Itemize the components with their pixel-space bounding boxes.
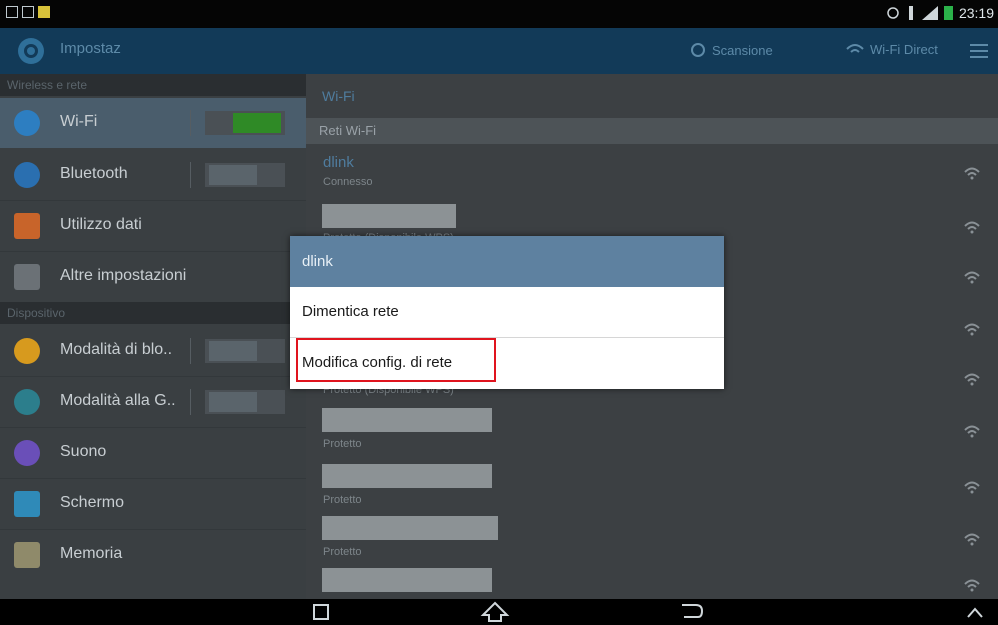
battery-icon (943, 6, 953, 20)
toggle-knob (209, 165, 257, 185)
scan-icon (691, 43, 705, 57)
sidebar-item-label: Bluetooth (60, 165, 128, 182)
settings-gear-icon[interactable] (14, 34, 48, 68)
network-name: dlink (323, 154, 354, 171)
network-row[interactable]: Protetto (306, 404, 998, 460)
toggle-knob (233, 113, 281, 133)
sidebar-item-label: Suono (60, 443, 107, 460)
redacted-network-name (322, 568, 492, 592)
sidebar-item-label: Modalità di blo.. (60, 341, 173, 358)
data-usage-icon (14, 213, 40, 239)
wifi-signal-icon (964, 533, 980, 546)
forget-network-option[interactable]: Dimentica rete (290, 287, 724, 337)
recent-apps-icon[interactable] (306, 601, 336, 623)
status-left-icons (6, 6, 50, 18)
back-icon[interactable] (676, 601, 706, 623)
network-row[interactable] (306, 564, 998, 599)
divider (190, 389, 191, 415)
toggle-knob (209, 341, 257, 361)
sidebar-item-label: Schermo (60, 494, 125, 511)
network-row[interactable]: Protetto (306, 460, 998, 516)
scan-button[interactable]: Scansione (690, 42, 773, 58)
display-icon (14, 491, 40, 517)
divider (190, 110, 191, 136)
status-bar: 23:19 (0, 0, 998, 28)
network-status: Protetto (323, 494, 362, 506)
blocking-mode-toggle[interactable] (205, 339, 285, 363)
status-right-icons: 23:19 (886, 5, 994, 21)
toggle-knob (209, 392, 257, 412)
action-bar: Impostaz Scansione Wi-Fi Direct (0, 28, 998, 74)
wifi-direct-button[interactable]: Wi-Fi Direct (846, 42, 938, 57)
sound-icon (14, 440, 40, 466)
wifi-signal-icon (964, 167, 980, 180)
sidebar-item-more-settings[interactable]: Altre impostazioni (0, 252, 306, 302)
storage-icon (14, 542, 40, 568)
sidebar-item-label: Utilizzo dati (60, 216, 142, 233)
message-icon (38, 6, 50, 18)
wifi-toggle[interactable] (205, 111, 285, 135)
redacted-network-name (322, 204, 456, 228)
bluetooth-toggle[interactable] (205, 163, 285, 187)
redacted-network-name (322, 408, 492, 432)
blocking-mode-icon (14, 338, 40, 364)
sidebar-item-blocking-mode[interactable]: Modalità di blo.. (0, 326, 306, 376)
driving-mode-toggle[interactable] (205, 390, 285, 414)
network-options-dialog: dlink Dimentica rete Modifica config. di… (290, 236, 724, 389)
status-time: 23:19 (958, 5, 994, 21)
network-row[interactable]: dlink Connesso (306, 146, 998, 202)
network-status: Protetto (323, 546, 362, 558)
sidebar-item-label: Memoria (60, 545, 123, 562)
sidebar-item-wifi[interactable]: Wi-Fi (0, 98, 306, 148)
sidebar-item-label: Wi-Fi (60, 113, 98, 130)
sidebar-item-display[interactable]: Schermo (0, 479, 306, 529)
home-icon[interactable] (480, 601, 510, 623)
wifi-signal-icon (964, 481, 980, 494)
sidebar-item-label: Altre impostazioni (60, 267, 187, 284)
sidebar-item-storage[interactable]: Memoria (0, 530, 306, 580)
network-status: Connesso (323, 176, 373, 188)
network-status: Protetto (323, 438, 362, 450)
section-header-wireless: Wireless e rete (0, 74, 306, 96)
networks-subheader: Reti Wi-Fi (306, 118, 998, 144)
wifi-signal-icon (964, 323, 980, 336)
network-row[interactable]: Protetto (306, 512, 998, 568)
wifi-icon (14, 110, 40, 136)
signal-icon (908, 6, 913, 20)
divider (190, 162, 191, 188)
sidebar-item-label: Modalità alla G.. (60, 392, 176, 409)
driving-mode-icon (14, 389, 40, 415)
redacted-network-name (322, 464, 492, 488)
divider (190, 338, 191, 364)
signal-bars-icon (921, 6, 938, 20)
menu-icon[interactable] (970, 43, 988, 59)
wifi-signal-icon (964, 425, 980, 438)
sidebar-item-sound[interactable]: Suono (0, 428, 306, 478)
navigation-bar (0, 599, 998, 625)
alarm-icon (887, 7, 899, 19)
wifi-direct-label: Wi-Fi Direct (870, 42, 938, 57)
modify-network-config-option[interactable]: Modifica config. di rete (290, 338, 724, 388)
sidebar-item-driving-mode[interactable]: Modalità alla G.. (0, 377, 306, 427)
section-header-devices: Dispositivo (0, 302, 306, 324)
pane-title: Wi-Fi (322, 88, 355, 104)
chevron-up-icon[interactable] (960, 601, 990, 623)
wifi-direct-icon (846, 43, 864, 53)
sidebar-item-data-usage[interactable]: Utilizzo dati (0, 201, 306, 251)
bluetooth-icon (14, 162, 40, 188)
wifi-signal-icon (964, 221, 980, 234)
app-title: Impostaz (60, 40, 121, 57)
wifi-signal-icon (964, 373, 980, 386)
wifi-signal-icon (964, 579, 980, 592)
notification-icon (6, 6, 18, 18)
sidebar-item-bluetooth[interactable]: Bluetooth (0, 150, 306, 200)
settings-sidebar: Wireless e rete Wi-Fi Bluetooth Utilizzo… (0, 74, 306, 599)
image-icon (22, 6, 34, 18)
wifi-signal-icon (964, 271, 980, 284)
scan-label: Scansione (712, 42, 773, 58)
more-settings-icon (14, 264, 40, 290)
redacted-network-name (322, 516, 498, 540)
dialog-title: dlink (290, 236, 724, 287)
